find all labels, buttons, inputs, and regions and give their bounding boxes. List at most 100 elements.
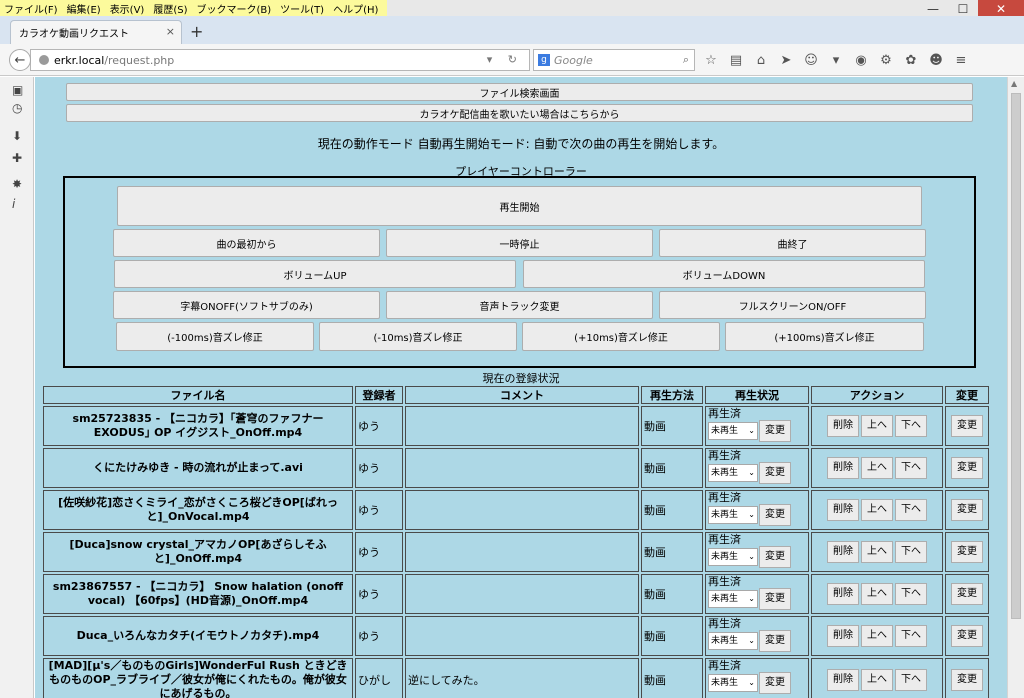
row-user: ゆう	[355, 532, 403, 572]
row-actions: 削除 上へ 下へ	[811, 490, 943, 530]
table-row: [佐咲紗花]恋さくミライ_恋がさくころ桜どきOP[ばれっと]_OnVocal.m…	[43, 490, 989, 530]
status-change-button[interactable]: 変更	[759, 630, 791, 652]
status-select[interactable]: 未再生 ⌄	[708, 674, 758, 692]
row-user: ゆう	[355, 406, 403, 446]
edit-button[interactable]: 変更	[951, 457, 983, 479]
share-icon[interactable]: ⚙	[877, 51, 895, 69]
delete-button[interactable]: 削除	[827, 415, 859, 437]
play-start-button[interactable]: 再生開始	[117, 186, 922, 226]
move-up-button[interactable]: 上へ	[861, 583, 893, 605]
bookmarks-sidebar-icon[interactable]: ▣	[12, 83, 23, 97]
karaoke-streaming-button[interactable]: カラオケ配信曲を歌いたい場合はこちらから	[66, 104, 973, 122]
delete-button[interactable]: 削除	[827, 625, 859, 647]
move-down-button[interactable]: 下へ	[895, 583, 927, 605]
info-icon[interactable]: i	[12, 197, 15, 211]
search-icon[interactable]: ⌕	[683, 53, 689, 67]
menu-view[interactable]: 表示(V)	[110, 1, 145, 16]
status-select[interactable]: 未再生 ⌄	[708, 464, 758, 482]
dropdown-icon[interactable]: ▾	[827, 51, 845, 69]
volume-down-button[interactable]: ボリュームDOWN	[523, 260, 925, 288]
home-icon[interactable]: ⌂	[752, 51, 770, 69]
scroll-up-icon[interactable]: ▲	[1011, 79, 1017, 88]
bookmark-star-icon[interactable]: ☆	[702, 51, 720, 69]
tab-close-icon[interactable]: ×	[166, 25, 175, 38]
move-down-button[interactable]: 下へ	[895, 415, 927, 437]
search-bar[interactable]: g Google ⌕	[533, 49, 695, 71]
reload-icon[interactable]: ▾ ↻	[487, 53, 523, 66]
status-change-button[interactable]: 変更	[759, 546, 791, 568]
move-down-button[interactable]: 下へ	[895, 669, 927, 691]
status-select[interactable]: 未再生 ⌄	[708, 548, 758, 566]
menu-edit[interactable]: 編集(E)	[67, 1, 101, 16]
edit-button[interactable]: 変更	[951, 415, 983, 437]
move-up-button[interactable]: 上へ	[861, 499, 893, 521]
history-icon[interactable]: ◷	[12, 101, 22, 115]
move-down-button[interactable]: 下へ	[895, 499, 927, 521]
offset-plus-10-button[interactable]: (+10ms)音ズレ修正	[522, 322, 720, 351]
move-down-button[interactable]: 下へ	[895, 625, 927, 647]
restart-song-button[interactable]: 曲の最初から	[113, 229, 380, 257]
audio-track-button[interactable]: 音声トラック変更	[386, 291, 653, 319]
file-search-button[interactable]: ファイル検索画面	[66, 83, 973, 101]
vertical-scrollbar[interactable]: ▲	[1007, 77, 1024, 698]
edit-button[interactable]: 変更	[951, 499, 983, 521]
addon-smiley-icon[interactable]: ☺	[802, 51, 820, 69]
status-change-button[interactable]: 変更	[759, 462, 791, 484]
menu-help[interactable]: ヘルプ(H)	[333, 1, 378, 16]
delete-button[interactable]: 削除	[827, 499, 859, 521]
chevron-down-icon: ⌄	[748, 678, 755, 687]
pause-button[interactable]: 一時停止	[386, 229, 653, 257]
fullscreen-toggle-button[interactable]: フルスクリーンON/OFF	[659, 291, 926, 319]
edit-button[interactable]: 変更	[951, 583, 983, 605]
offset-minus-100-button[interactable]: (-100ms)音ズレ修正	[116, 322, 314, 351]
menu-tools[interactable]: ツール(T)	[280, 1, 324, 16]
chat-icon[interactable]: ☻	[927, 51, 945, 69]
volume-up-button[interactable]: ボリュームUP	[114, 260, 516, 288]
new-tab-button[interactable]: +	[190, 22, 203, 41]
move-up-button[interactable]: 上へ	[861, 457, 893, 479]
edit-button[interactable]: 変更	[951, 625, 983, 647]
search-engine-icon[interactable]: g	[538, 54, 550, 66]
delete-button[interactable]: 削除	[827, 669, 859, 691]
back-arrow-icon[interactable]: ←	[9, 49, 31, 71]
status-select[interactable]: 未再生 ⌄	[708, 506, 758, 524]
send-icon[interactable]: ➤	[777, 51, 795, 69]
tab-karaoke-request[interactable]: カラオケ動画リクエスト ×	[10, 20, 182, 44]
status-change-button[interactable]: 変更	[759, 504, 791, 526]
menu-file[interactable]: ファイル(F)	[4, 1, 58, 16]
status-change-button[interactable]: 変更	[759, 672, 791, 694]
url-bar[interactable]: erkr.local/request.php ▾ ↻	[30, 49, 530, 71]
delete-button[interactable]: 削除	[827, 583, 859, 605]
move-down-button[interactable]: 下へ	[895, 541, 927, 563]
puzzle-icon[interactable]: ✚	[12, 151, 22, 165]
status-change-button[interactable]: 変更	[759, 588, 791, 610]
move-down-button[interactable]: 下へ	[895, 457, 927, 479]
download-icon[interactable]: ⬇	[12, 129, 22, 143]
row-status-cell: 再生済 未再生 ⌄ 変更	[705, 406, 809, 446]
menu-history[interactable]: 履歴(S)	[153, 1, 187, 16]
move-up-button[interactable]: 上へ	[861, 669, 893, 691]
menu-bookmarks[interactable]: ブックマーク(B)	[197, 1, 272, 16]
move-up-button[interactable]: 上へ	[861, 415, 893, 437]
end-song-button[interactable]: 曲終了	[659, 229, 926, 257]
delete-button[interactable]: 削除	[827, 541, 859, 563]
account-icon[interactable]: ◉	[852, 51, 870, 69]
subtitle-toggle-button[interactable]: 字幕ONOFF(ソフトサブのみ)	[113, 291, 380, 319]
move-up-button[interactable]: 上へ	[861, 541, 893, 563]
status-select[interactable]: 未再生 ⌄	[708, 590, 758, 608]
addon-icon[interactable]: ✿	[902, 51, 920, 69]
site-identity-icon[interactable]	[39, 55, 49, 65]
status-change-button[interactable]: 変更	[759, 420, 791, 442]
settings-gear-icon[interactable]: ✸	[12, 177, 22, 191]
edit-button[interactable]: 変更	[951, 541, 983, 563]
delete-button[interactable]: 削除	[827, 457, 859, 479]
status-select[interactable]: 未再生 ⌄	[708, 632, 758, 650]
hamburger-menu-icon[interactable]: ≡	[952, 51, 970, 69]
edit-button[interactable]: 変更	[951, 669, 983, 691]
offset-minus-10-button[interactable]: (-10ms)音ズレ修正	[319, 322, 517, 351]
scrollbar-thumb[interactable]	[1011, 93, 1021, 619]
reading-list-icon[interactable]: ▤	[727, 51, 745, 69]
status-select[interactable]: 未再生 ⌄	[708, 422, 758, 440]
move-up-button[interactable]: 上へ	[861, 625, 893, 647]
offset-plus-100-button[interactable]: (+100ms)音ズレ修正	[725, 322, 924, 351]
